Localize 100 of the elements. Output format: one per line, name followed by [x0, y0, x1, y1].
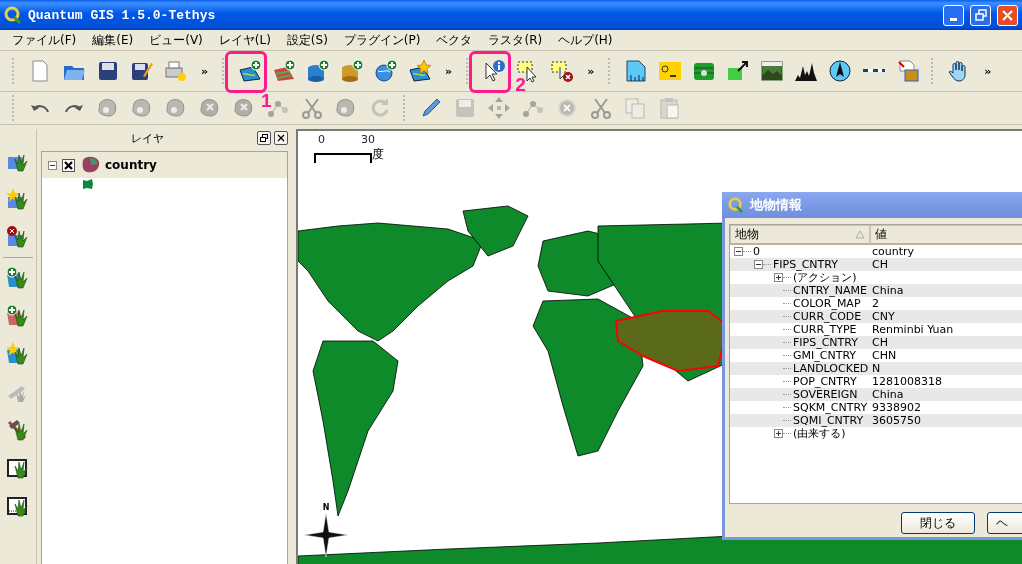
expand-toggle[interactable] — [48, 160, 57, 170]
minimize-icon — [950, 17, 957, 21]
plugin-icon[interactable] — [658, 59, 683, 83]
callout-number: 2 — [515, 75, 526, 94]
ruler-icon[interactable] — [624, 59, 649, 83]
tools-icon[interactable] — [6, 418, 30, 442]
remove-layer-icon[interactable] — [6, 225, 30, 249]
scale-unit: 度 — [372, 146, 384, 163]
attribute-value: CH — [871, 336, 888, 349]
panel-close-button[interactable] — [274, 131, 288, 145]
dialog-button[interactable]: 閉じる — [901, 512, 975, 534]
menu-item[interactable]: ラスタ(R) — [480, 31, 551, 49]
north-label: N — [320, 503, 332, 512]
attribute-value: 2 — [871, 297, 879, 310]
add-raster-layer-icon[interactable] — [272, 59, 297, 83]
check-mark-icon — [64, 160, 73, 170]
attribute-value: CNY — [871, 310, 895, 323]
panel-title: レイヤ — [130, 130, 165, 146]
attribute-name[interactable]: SOVEREIGN — [793, 388, 858, 401]
attribute-name[interactable]: CNTRY_NAME — [793, 284, 867, 297]
image-icon[interactable] — [760, 59, 785, 83]
expand-toggle[interactable] — [754, 260, 763, 269]
scale-bar-icon — [314, 153, 372, 163]
deselect-icon[interactable] — [550, 59, 575, 83]
star-layer-icon[interactable] — [6, 342, 30, 366]
toolbar-overflow[interactable]: » — [579, 64, 603, 78]
image-export-icon[interactable] — [896, 59, 921, 83]
toolbar-overflow[interactable]: » — [976, 64, 1000, 78]
close-button[interactable] — [997, 4, 1018, 26]
menu-item[interactable]: ビュー(V) — [141, 31, 211, 49]
float-button[interactable] — [257, 131, 271, 145]
attribute-name[interactable]: SQKM_CNTRY — [793, 401, 868, 414]
dialog-button[interactable]: ヘ — [987, 512, 1022, 534]
column-header[interactable]: 値 — [870, 225, 1022, 245]
close-icon — [1002, 9, 1013, 21]
add-globe-layer-icon[interactable] — [374, 59, 399, 83]
attribute-name[interactable]: GMI_CNTRY — [793, 349, 857, 362]
menu-item[interactable]: ファイル(F) — [4, 31, 85, 49]
restore-icon — [974, 9, 987, 21]
print-icon[interactable] — [164, 59, 188, 83]
attribute-name[interactable]: CURR_CODE — [793, 310, 862, 323]
toolbar-overflow[interactable]: » — [437, 64, 461, 78]
frame-icon[interactable] — [6, 456, 30, 480]
close-icon — [277, 134, 285, 142]
attribute-name[interactable]: 0 — [753, 245, 760, 258]
layer-name[interactable]: country — [105, 158, 157, 172]
attribute-name[interactable]: FIPS_CNTRY — [773, 258, 838, 271]
attribute-value: China — [871, 284, 904, 297]
sort-arrow-icon — [855, 230, 865, 239]
attribute-name[interactable]: SQMI_CNTRY — [793, 414, 864, 427]
restore-icon — [260, 134, 268, 142]
frame-icon[interactable] — [6, 494, 30, 518]
new-layer-icon[interactable] — [408, 59, 433, 83]
toolbar-overflow[interactable]: » — [193, 64, 217, 78]
polygon-layer-icon — [80, 156, 100, 174]
attribute-value: Renminbi Yuan — [871, 323, 954, 336]
app-logo-icon — [4, 6, 22, 24]
attribute-name[interactable]: FIPS_CNTRY — [793, 336, 858, 349]
legend-symbol-icon — [82, 178, 94, 190]
attribute-name[interactable]: (アクション) — [793, 271, 857, 284]
menu-item[interactable]: 設定(S) — [278, 31, 336, 49]
identify-icon[interactable] — [482, 59, 507, 83]
window-title: Quantum GIS 1.5.0-Tethys — [28, 7, 217, 23]
minimize-button[interactable] — [943, 4, 964, 26]
id-arrow-icon[interactable] — [726, 59, 751, 83]
menu-item[interactable]: ベクタ — [428, 31, 481, 49]
menu-item[interactable]: ヘルプ(H) — [550, 31, 621, 49]
restore-button[interactable] — [970, 4, 991, 26]
column-header[interactable]: 地物 — [730, 225, 870, 245]
attribute-name[interactable]: (由来する) — [793, 427, 846, 440]
add-raster-icon[interactable] — [6, 304, 30, 328]
new-layer-icon[interactable] — [6, 187, 30, 211]
dialog-title: 地物情報 — [750, 196, 802, 214]
attribute-value: CH — [871, 258, 888, 271]
menu-item[interactable]: レイヤ(L) — [210, 31, 279, 49]
expand-toggle[interactable] — [774, 273, 783, 282]
attribute-value: N — [871, 362, 881, 375]
add-database-icon[interactable] — [306, 59, 331, 83]
compass-rose-icon — [304, 513, 348, 557]
callout-number: 1 — [261, 91, 272, 110]
attribute-name[interactable]: CURR_TYPE — [793, 323, 857, 336]
pencil-icon[interactable] — [419, 96, 443, 120]
add-vector-icon[interactable] — [6, 266, 30, 290]
expand-toggle[interactable] — [774, 429, 783, 438]
attribute-name[interactable]: POP_CNTRY — [793, 375, 857, 388]
add-database-icon[interactable] — [340, 59, 365, 83]
scale-label: 0 — [318, 133, 325, 146]
attribute-value: country — [871, 245, 915, 258]
save-icon[interactable] — [96, 59, 120, 83]
scale-label: 30 — [361, 133, 375, 146]
menu-item[interactable]: プラグイン(P) — [335, 31, 429, 49]
app-logo-icon — [728, 197, 744, 213]
expand-toggle[interactable] — [734, 247, 743, 256]
menu-item[interactable]: 編集(E) — [84, 31, 142, 49]
attribute-name[interactable]: COLOR_MAP — [793, 297, 861, 310]
layer-checkbox[interactable] — [62, 158, 75, 172]
attribute-name[interactable]: LANDLOCKED — [793, 362, 869, 375]
highlight-frame — [469, 51, 512, 93]
add-vector-layer-icon[interactable] — [238, 59, 263, 83]
attribute-value: 3605750 — [871, 414, 921, 427]
